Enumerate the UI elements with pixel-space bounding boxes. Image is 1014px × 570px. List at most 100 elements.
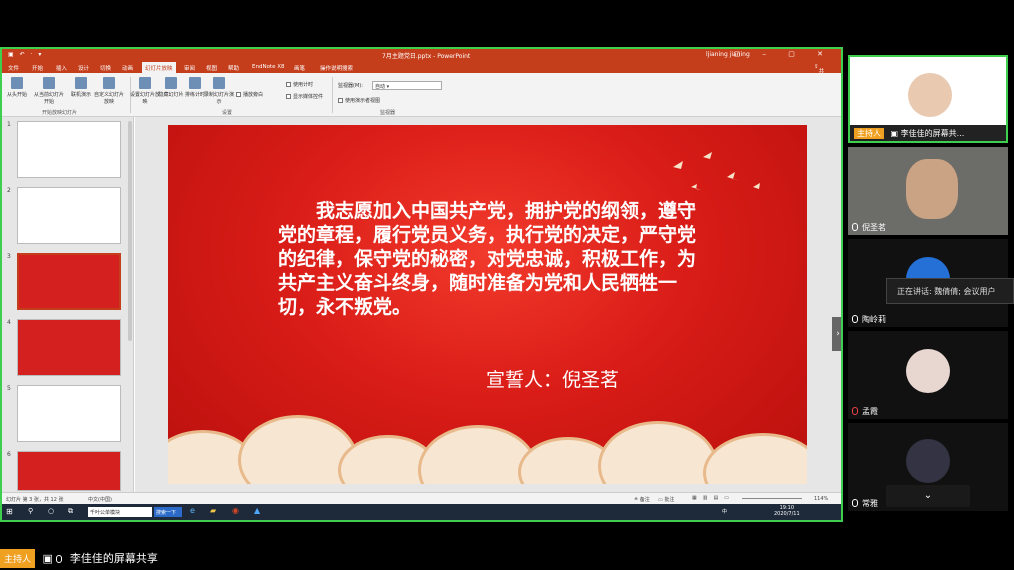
- ribbon: 从头开始 从当前幻灯片开始 联机演示 自定义幻灯片放映 开始放映幻灯片 设置幻灯…: [2, 73, 841, 117]
- expand-panel-arrow[interactable]: ›: [832, 317, 841, 351]
- avatar: [908, 73, 952, 117]
- zoom-level[interactable]: 114%: [814, 496, 828, 502]
- mic-muted-icon: [852, 407, 858, 415]
- clock[interactable]: 19:10 2020/7/11: [774, 505, 800, 517]
- tab-file[interactable]: 文件: [8, 64, 19, 72]
- ribbon-tabs: 文件 开始 插入 设计 切换 动画 幻灯片放映 审阅 视图 帮助 EndNote…: [2, 61, 841, 83]
- language-indicator: 中文(中国): [88, 497, 112, 503]
- monitor-select[interactable]: 自动 ▾: [372, 81, 442, 90]
- slide-thumbnail-1[interactable]: [17, 121, 121, 178]
- host-badge: 主持人: [854, 128, 884, 139]
- mic-icon: [56, 555, 63, 563]
- slide-thumbnail-3[interactable]: [17, 253, 121, 310]
- folder-icon[interactable]: ▰: [210, 506, 216, 515]
- notes-button[interactable]: ≙ 备注: [634, 496, 650, 503]
- mic-icon: [852, 499, 858, 507]
- tab-animations[interactable]: 动画: [122, 64, 133, 72]
- thumbnail-scrollbar[interactable]: [128, 121, 132, 341]
- media-controls-checkbox[interactable]: 显示媒体控件: [286, 93, 323, 100]
- participant-tile[interactable]: 孟霞: [848, 331, 1008, 419]
- tab-home[interactable]: 开始: [32, 64, 43, 72]
- tab-transitions[interactable]: 切换: [100, 64, 111, 72]
- slide-thumbnails-pane: 1 2 3 4 5 6: [2, 117, 134, 492]
- slide-thumbnail-2[interactable]: [17, 187, 121, 244]
- cortana-icon[interactable]: ○: [48, 507, 54, 515]
- share-title: 李佳佳的屏幕共享: [69, 552, 158, 565]
- host-badge: 主持人: [0, 549, 36, 568]
- from-start-button[interactable]: 从头开始: [2, 77, 32, 98]
- tab-slideshow[interactable]: 幻灯片放映: [142, 62, 176, 73]
- ppt-statusbar: 幻灯片 第 3 张，共 12 张 中文(中国) ≙ 备注 ▭ 批注 ▦▥▤▭ 1…: [2, 492, 841, 504]
- thumb-number: 6: [7, 451, 11, 458]
- quick-access-toolbar[interactable]: ▣ ↶ · ▾: [8, 51, 43, 58]
- tab-endnote[interactable]: EndNote X8: [252, 64, 285, 70]
- participant-tile[interactable]: 主持人 ▣ 李佳佳的屏幕共...: [848, 55, 1008, 143]
- windows-taskbar: ⊞ ⚲ ○ ⧉ 千叶公单模块 搜索一下 e ▰ ◉ ▲ 中 19:10 2020/…: [2, 504, 841, 520]
- windows-start-icon[interactable]: ⊞: [6, 507, 13, 516]
- edge-icon[interactable]: e: [190, 506, 195, 515]
- from-current-button[interactable]: 从当前幻灯片开始: [32, 77, 66, 105]
- tell-me-search[interactable]: 操作说明搜索: [320, 64, 353, 72]
- thumb-number: 2: [7, 187, 11, 194]
- participant-label: 孟霞: [852, 406, 878, 417]
- avatar: [906, 439, 950, 483]
- record-icon: [213, 77, 225, 89]
- online-icon: [75, 77, 87, 89]
- slide-thumbnail-5[interactable]: [17, 385, 121, 442]
- presenter-view-checkbox[interactable]: 使用演示者视图: [338, 97, 380, 104]
- participant-label: 倪圣茗: [852, 222, 886, 233]
- slide-thumbnail-6[interactable]: [17, 451, 121, 491]
- cloud-decoration: [598, 421, 718, 484]
- powerpoint-icon[interactable]: ◉: [232, 506, 239, 515]
- screen-share-icon: ▣: [890, 129, 899, 138]
- taskbar-search-button[interactable]: 搜索一下: [154, 507, 182, 517]
- share-status-bar: 主持人 ▣ 李佳佳的屏幕共享: [0, 549, 158, 569]
- taskbar-search-input[interactable]: 千叶公单模块: [88, 507, 152, 517]
- task-view-icon[interactable]: ⧉: [68, 507, 73, 516]
- zoom-slider[interactable]: [742, 498, 802, 499]
- ppt-titlebar: ▣ ↶ · ▾ 7月主题党日.pptx - PowerPoint ljianin…: [2, 49, 841, 61]
- participant-label: 主持人 ▣ 李佳佳的屏幕共...: [850, 125, 1006, 141]
- setup-icon: [139, 77, 151, 89]
- slide-canvas: 我志愿加入中国共产党，拥护党的纲领，遵守党的章程，履行党员义务，执行党的决定，严…: [135, 117, 841, 492]
- meeting-app-icon[interactable]: ▲: [254, 506, 260, 515]
- tab-view[interactable]: 视图: [206, 64, 217, 72]
- speaking-tooltip: 正在讲话: 魏倩倩; 会议用户: [886, 278, 1014, 304]
- oath-text: 我志愿加入中国共产党，拥护党的纲领，遵守党的章程，履行党员义务，执行党的决定，严…: [278, 200, 697, 318]
- tab-pen[interactable]: 画笔: [294, 64, 305, 72]
- comments-button[interactable]: ▭ 批注: [658, 496, 674, 503]
- custom-slideshow-button[interactable]: 自定义幻灯片放映: [92, 77, 126, 105]
- screen-share-icon: ▣: [42, 552, 53, 565]
- view-buttons[interactable]: ▦▥▤▭: [692, 495, 735, 501]
- oath-signature: 宣誓人：倪圣茗: [486, 369, 620, 391]
- slide-thumbnail-4[interactable]: [17, 319, 121, 376]
- group-monitor-label: 监视器: [380, 110, 396, 116]
- record-button[interactable]: 录制幻灯片演示: [204, 77, 234, 105]
- tab-insert[interactable]: 插入: [56, 64, 67, 72]
- share-button[interactable]: ⇪ 共享: [814, 64, 824, 83]
- group-setup-label: 设置: [222, 110, 233, 116]
- shared-screen: ▣ ↶ · ▾ 7月主题党日.pptx - PowerPoint ljianin…: [0, 47, 843, 522]
- current-slide[interactable]: 我志愿加入中国共产党，拥护党的纲领，遵守党的章程，履行党员义务，执行党的决定，严…: [168, 125, 807, 484]
- window-controls[interactable]: ▢ – ▢ ✕: [734, 50, 833, 58]
- chevron-down-icon[interactable]: ⌄: [886, 485, 970, 507]
- ime-indicator[interactable]: 中: [722, 508, 727, 515]
- tab-design[interactable]: 设计: [78, 64, 89, 72]
- participant-name: 李佳佳的屏幕共...: [900, 129, 965, 138]
- hide-icon: [165, 77, 177, 89]
- ppt-window-title: 7月主题党日.pptx - PowerPoint: [382, 53, 471, 60]
- participant-tile[interactable]: 常雅 ⌄: [848, 423, 1008, 511]
- participant-label: 常雅: [852, 498, 878, 509]
- slide-counter: 幻灯片 第 3 张，共 12 张: [6, 497, 64, 503]
- timing-checkbox[interactable]: 使用计时: [286, 81, 313, 88]
- tab-help[interactable]: 帮助: [228, 64, 239, 72]
- search-icon[interactable]: ⚲: [28, 507, 33, 515]
- narration-checkbox[interactable]: 播放旁白: [236, 91, 263, 98]
- participant-tile[interactable]: 倪圣茗: [848, 147, 1008, 235]
- play-current-icon: [43, 77, 55, 89]
- custom-icon: [103, 77, 115, 89]
- tab-review[interactable]: 审阅: [184, 64, 195, 72]
- avatar: [906, 349, 950, 393]
- thumb-number: 3: [7, 253, 11, 260]
- participant-label: 陶岭莉: [852, 314, 886, 325]
